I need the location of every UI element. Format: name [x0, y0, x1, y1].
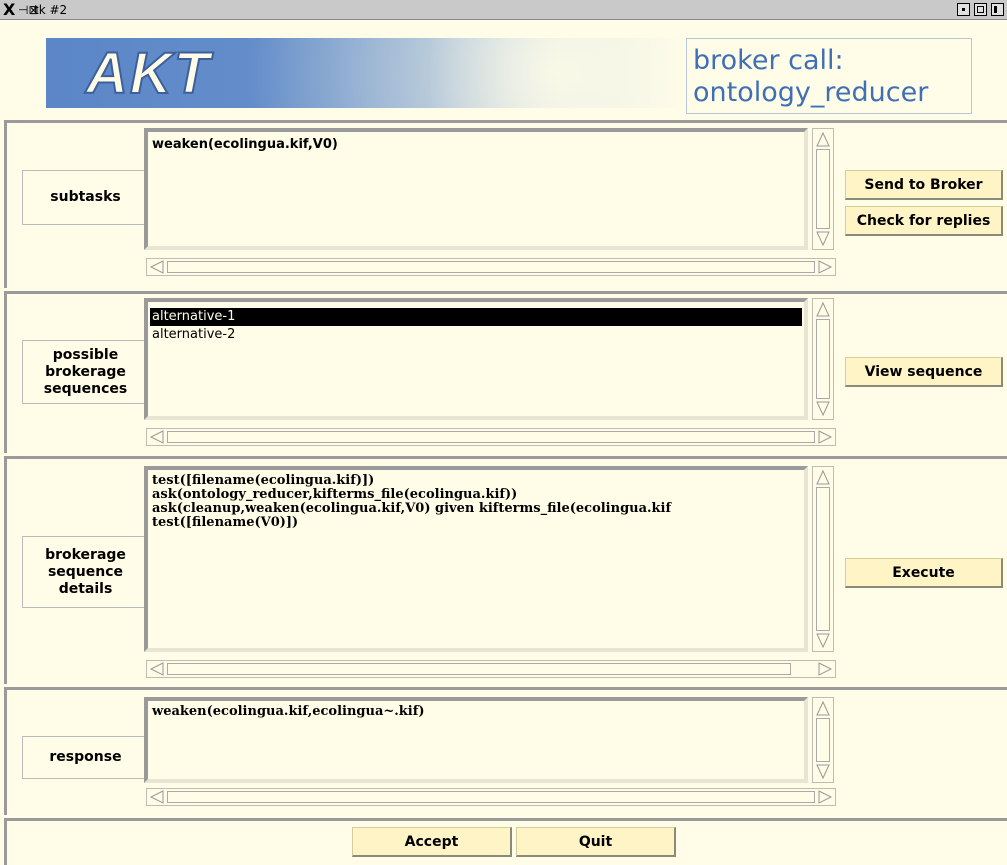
response-vscrollbar[interactable] — [812, 697, 834, 783]
broker-title-line1: broker call: — [693, 45, 844, 76]
detail-line: ask(cleanup,weaken(ecolingua.kif,V0) giv… — [152, 501, 672, 516]
scroll-down-arrow-icon[interactable] — [815, 401, 831, 417]
quit-button[interactable]: Quit — [516, 827, 676, 857]
scrollbar-thumb[interactable] — [816, 718, 830, 762]
window-title: tk #2 — [34, 3, 68, 17]
sequences-label: possible brokerage sequences — [22, 340, 149, 404]
response-label: response — [22, 736, 149, 779]
scroll-left-arrow-icon[interactable] — [149, 430, 165, 444]
scroll-down-arrow-icon[interactable] — [815, 764, 831, 780]
scroll-right-arrow-icon[interactable] — [817, 260, 833, 274]
send-to-broker-button[interactable]: Send to Broker — [845, 170, 1003, 200]
subtasks-hscrollbar[interactable] — [146, 258, 836, 276]
scroll-down-arrow-icon[interactable] — [815, 633, 831, 649]
scroll-up-arrow-icon[interactable] — [815, 131, 831, 147]
scroll-up-arrow-icon[interactable] — [815, 301, 831, 317]
detail-line: ask(ontology_reducer,kifterms_file(ecoli… — [152, 487, 518, 502]
logo-text: AKT — [85, 41, 212, 107]
header: AKT broker call: ontology_reducer — [0, 20, 1007, 120]
scroll-right-arrow-icon[interactable] — [817, 790, 833, 804]
details-textarea[interactable]: test([filename(ecolingua.kif)]) ask(onto… — [144, 466, 808, 652]
close-icon[interactable] — [991, 3, 1004, 16]
subtasks-textarea[interactable]: weaken(ecolingua.kif,V0) — [144, 128, 808, 250]
scroll-up-arrow-icon[interactable] — [815, 700, 831, 716]
sequences-vscrollbar[interactable] — [812, 298, 834, 420]
window-titlebar[interactable]: X ⊣⊠ tk #2 — [0, 0, 1007, 20]
broker-title-line2: ontology_reducer — [693, 77, 929, 108]
scroll-right-arrow-icon[interactable] — [817, 430, 833, 444]
sequences-listbox[interactable]: alternative-1 alternative-2 — [144, 298, 808, 420]
response-line: weaken(ecolingua.kif,ecolingua~.kif) — [152, 704, 425, 719]
response-hscrollbar[interactable] — [146, 788, 836, 806]
scrollbar-thumb[interactable] — [816, 149, 830, 229]
details-hscrollbar[interactable] — [146, 660, 836, 678]
maximize-icon[interactable] — [974, 3, 987, 16]
scrollbar-thumb[interactable] — [167, 261, 815, 273]
list-item[interactable]: alternative-1 — [150, 308, 802, 326]
scroll-down-arrow-icon[interactable] — [815, 231, 831, 247]
x-window-icon: X — [3, 0, 16, 19]
akt-logo: AKT — [46, 38, 686, 108]
details-vscrollbar[interactable] — [812, 466, 834, 652]
list-item[interactable]: alternative-2 — [150, 326, 802, 344]
scroll-left-arrow-icon[interactable] — [149, 790, 165, 804]
detail-line: test([filename(V0)]) — [152, 515, 299, 530]
scroll-up-arrow-icon[interactable] — [815, 469, 831, 485]
scrollbar-thumb[interactable] — [816, 319, 830, 399]
response-textarea[interactable]: weaken(ecolingua.kif,ecolingua~.kif) — [144, 697, 808, 783]
scrollbar-thumb[interactable] — [167, 791, 815, 803]
detail-line: test([filename(ecolingua.kif)]) — [152, 473, 375, 488]
minimize-icon[interactable] — [957, 3, 970, 16]
scrollbar-thumb[interactable] — [167, 431, 815, 443]
view-sequence-button[interactable]: View sequence — [845, 357, 1003, 387]
sequences-hscrollbar[interactable] — [146, 428, 836, 446]
subtasks-label: subtasks — [22, 170, 149, 225]
accept-button[interactable]: Accept — [352, 827, 512, 857]
scroll-right-arrow-icon[interactable] — [817, 662, 833, 676]
check-for-replies-button[interactable]: Check for replies — [845, 206, 1003, 236]
scroll-left-arrow-icon[interactable] — [149, 260, 165, 274]
scrollbar-thumb[interactable] — [816, 487, 830, 631]
execute-button[interactable]: Execute — [845, 558, 1003, 588]
subtask-line: weaken(ecolingua.kif,V0) — [152, 137, 338, 152]
scroll-left-arrow-icon[interactable] — [149, 662, 165, 676]
subtasks-vscrollbar[interactable] — [812, 128, 834, 250]
broker-call-title: broker call: ontology_reducer — [686, 38, 972, 114]
details-label: brokerage sequence details — [22, 536, 149, 608]
scrollbar-thumb[interactable] — [167, 663, 791, 675]
